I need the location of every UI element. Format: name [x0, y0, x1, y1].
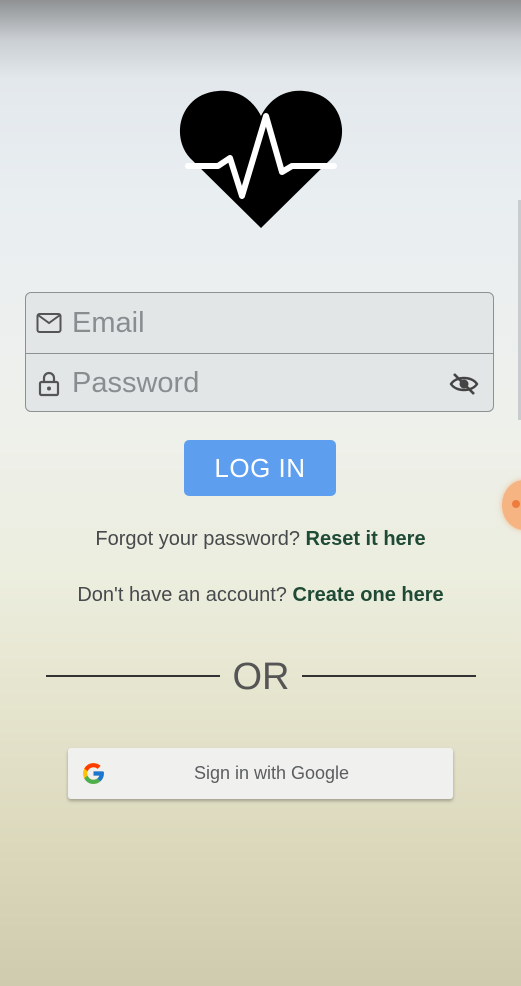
google-sign-in-label: Sign in with Google — [193, 763, 350, 783]
login-form — [25, 292, 494, 412]
divider-line-right — [302, 675, 476, 677]
floating-bubble-icon[interactable] — [502, 480, 521, 530]
login-button[interactable]: LOG IN — [184, 440, 336, 496]
email-field-row — [26, 293, 493, 353]
signup-prompt: Don't have an account? — [77, 584, 287, 606]
email-input[interactable] — [72, 306, 432, 340]
eye-off-icon[interactable] — [449, 370, 479, 398]
google-sign-in-button[interactable]: Sign in with Google — [68, 748, 453, 799]
forgot-password-row: Forgot your password? Reset it here — [0, 528, 521, 551]
divider-line-left — [46, 675, 220, 677]
heart-pulse-icon — [179, 90, 343, 228]
password-field-row — [26, 353, 493, 411]
signup-row: Don't have an account? Create one here — [0, 584, 521, 607]
password-input[interactable] — [72, 367, 432, 400]
divider-or-label: OR — [232, 656, 290, 698]
reset-password-link[interactable]: Reset it here — [306, 528, 426, 550]
mail-icon — [36, 310, 62, 336]
lock-icon — [36, 371, 62, 397]
create-account-link[interactable]: Create one here — [292, 584, 443, 606]
forgot-password-prompt: Forgot your password? — [95, 528, 300, 550]
